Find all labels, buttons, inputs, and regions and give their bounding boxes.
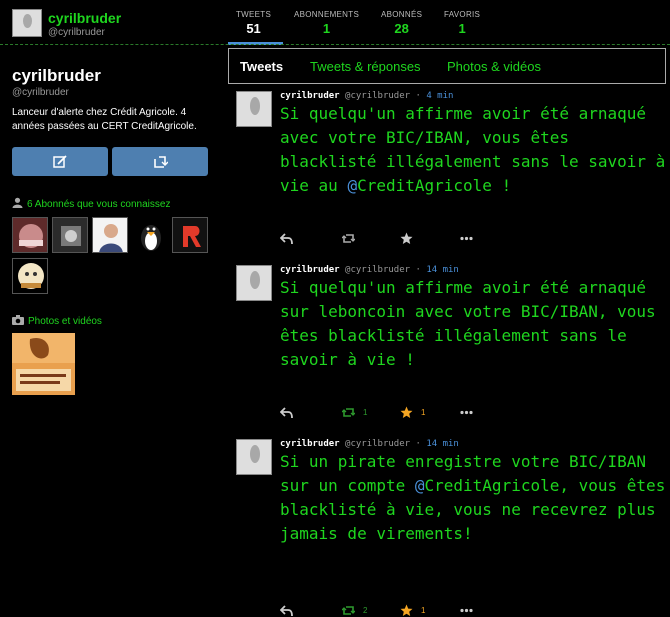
tweet-actions: 2 1 [280,604,480,617]
retweet-icon [342,408,355,417]
tweet-actions: 1 1 [280,406,480,422]
stat-label: TWEETS [236,10,272,19]
profile-bio: Lanceur d'alerte chez Crédit Agricole. 4… [12,107,197,132]
star-icon [400,232,413,244]
header-name[interactable]: cyrilbruder [48,10,121,26]
follower-avatar[interactable] [92,217,128,253]
stat-value: 28 [394,21,409,36]
star-icon [400,406,413,418]
user-icon [12,197,23,211]
tweet-actions [280,232,480,248]
profile-handle: @cyrilbruder [12,87,69,98]
mention-link[interactable]: CreditAgricole [425,476,560,495]
media-thumbnail[interactable] [12,333,75,395]
tweet-time[interactable]: 4 min [426,91,453,101]
retweet-button[interactable] [342,232,355,245]
camera-icon [12,315,24,328]
more-icon [460,608,473,613]
tab-photos-videos[interactable]: Photos & vidéos [447,59,541,74]
favorite-button[interactable]: 1 [400,604,425,617]
stat-label: ABONNÉS [381,10,423,19]
tweet-author-name[interactable]: cyrilbruder [280,91,340,101]
tweet-avatar[interactable] [236,91,272,127]
more-icon [460,410,473,415]
tab-tweets-replies[interactable]: Tweets & réponses [310,59,421,74]
photos-videos-link[interactable]: Photos et vidéos [12,315,102,328]
more-button[interactable] [460,604,473,617]
follower-avatar[interactable] [172,217,208,253]
tweet-author-name[interactable]: cyrilbruder [280,265,340,275]
tweet-header: cyrilbruder @cyrilbruder · 14 min [280,265,459,275]
tweet-author-handle: @cyrilbruder [345,265,411,275]
tweet[interactable]: cyrilbruder @cyrilbruder · 14 min Si que… [228,265,668,427]
stat-label: FAVORIS [444,10,481,19]
stat-favorites[interactable]: FAVORIS 1 [444,10,480,36]
followers-you-know-link[interactable]: 6 Abonnés que vous connaissez [12,197,170,211]
tweet-author-handle: @cyrilbruder [345,439,411,449]
top-profile-bar: cyrilbruder @cyrilbruder TWEETS 51 ABONN… [0,0,670,46]
favorite-button[interactable]: 1 [400,406,425,419]
reply-button[interactable] [280,406,293,419]
timeline-tabs: Tweets Tweets & réponses Photos & vidéos [228,48,666,84]
favorite-count: 1 [421,606,426,615]
stat-value: 51 [246,21,261,36]
reply-icon [280,407,293,419]
tweet-text: Si quelqu'un affirme avoir été arnaqué s… [280,278,656,369]
more-button[interactable] [460,232,473,245]
retweet-icon [342,606,355,615]
retweet-icon [342,234,355,243]
edit-profile-button[interactable] [12,147,108,176]
reply-icon [280,605,293,617]
retweet-profile-button[interactable] [112,147,208,176]
tab-tweets[interactable]: Tweets [240,59,283,74]
share-icon [154,155,168,168]
tweet-header: cyrilbruder @cyrilbruder · 4 min [280,91,454,101]
tweet-author-handle: @cyrilbruder [345,91,411,101]
profile-name[interactable]: cyrilbruder [12,66,101,86]
retweet-button[interactable]: 1 [342,406,367,419]
tweet-text: Si quelqu'un affirme avoir été arnaqué a… [280,102,670,198]
tweet-author-name[interactable]: cyrilbruder [280,439,340,449]
tweet-avatar[interactable] [236,439,272,475]
retweet-button[interactable]: 2 [342,604,367,617]
retweet-count: 1 [363,408,368,417]
tweet[interactable]: cyrilbruder @cyrilbruder · 14 min Si un … [228,439,668,617]
stat-following[interactable]: ABONNEMENTS 1 [294,10,359,36]
tweet-header: cyrilbruder @cyrilbruder · 14 min [280,439,459,449]
stat-tweets[interactable]: TWEETS 51 [236,10,271,36]
header-handle: @cyrilbruder [48,27,105,38]
favorite-button[interactable] [400,232,413,245]
header-divider [0,44,670,45]
mention-at[interactable]: @ [415,476,425,495]
header-avatar[interactable] [12,9,42,37]
tweet[interactable]: cyrilbruder @cyrilbruder · 4 min Si quel… [228,91,668,253]
tweet-avatar[interactable] [236,265,272,301]
follower-avatar[interactable] [12,217,48,253]
tweet-time[interactable]: 14 min [426,265,459,275]
followers-you-know-label: 6 Abonnés que vous connaissez [27,198,171,210]
reply-button[interactable] [280,232,293,245]
reply-icon [280,233,293,245]
stat-value: 1 [458,21,466,36]
follower-avatar[interactable] [52,217,88,253]
follower-avatar[interactable] [12,258,48,294]
stat-value: 1 [322,21,331,36]
star-icon [400,604,413,616]
favorite-count: 1 [421,408,426,417]
stat-label: ABONNEMENTS [294,10,360,19]
photos-videos-label: Photos et vidéos [28,316,102,327]
retweet-count: 2 [363,606,368,615]
mention-at[interactable]: @ [347,176,357,195]
more-icon [460,236,473,241]
reply-button[interactable] [280,604,293,617]
mention-link[interactable]: CreditAgricole [357,176,492,195]
tweet-text: Si un pirate enregistre votre BIC/IBAN s… [280,450,670,546]
more-button[interactable] [460,406,473,419]
follower-avatar[interactable] [132,217,168,253]
tweet-time[interactable]: 14 min [426,439,459,449]
stat-followers[interactable]: ABONNÉS 28 [381,10,422,36]
edit-icon [53,154,67,168]
tweet-text-part: ! [491,176,512,195]
